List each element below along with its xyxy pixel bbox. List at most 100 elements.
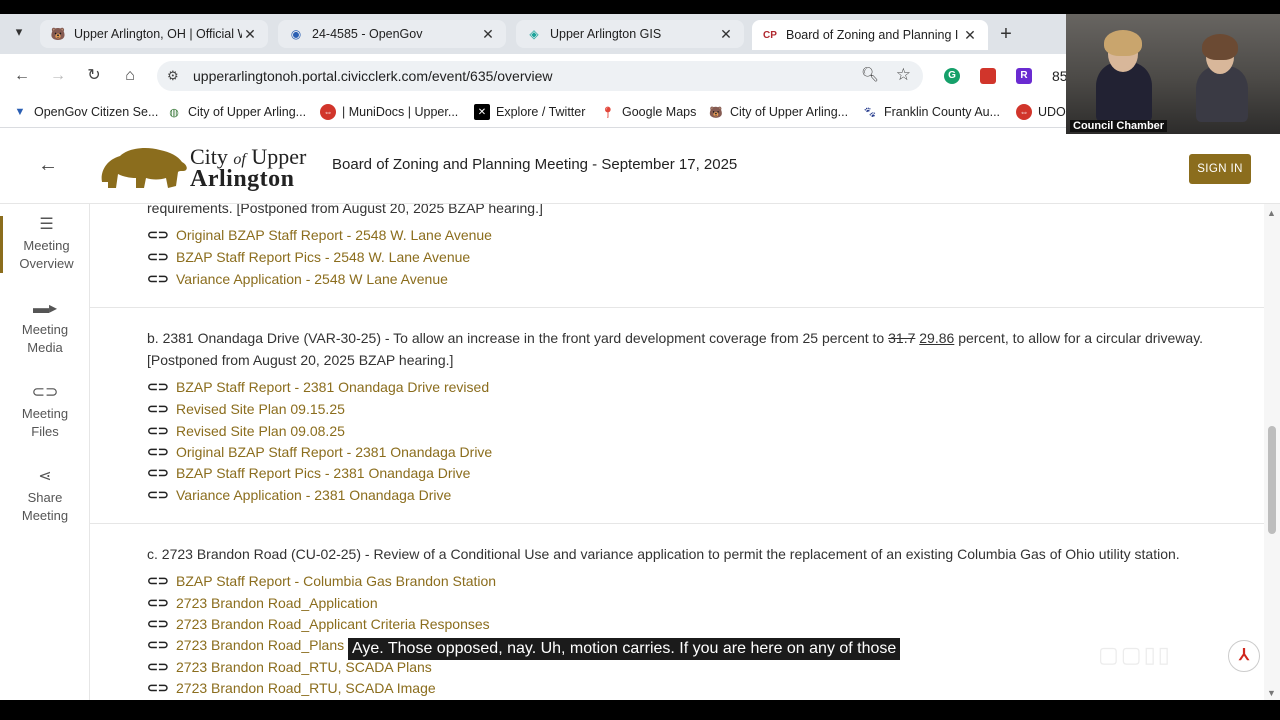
attachment-link[interactable]: ⊂⊃ Original BZAP Staff Report - 2548 W. L…: [147, 227, 492, 243]
paperclip-icon: ⊂⊃: [147, 465, 169, 480]
video-watermark-icon: ▢▢▯▯: [1098, 642, 1172, 667]
back-arrow-icon[interactable]: ←: [12, 66, 32, 86]
agenda-content: requirements. [Postponed from August 20,…: [90, 204, 1264, 700]
globe-icon: ◍: [169, 106, 179, 119]
tab-search-chevron-icon[interactable]: ▾: [8, 24, 30, 44]
zoom-magnifier-icon[interactable]: 🔍︎: [861, 66, 879, 83]
nav-meeting-files[interactable]: ⊂⊃ Meeting Files: [0, 384, 90, 441]
tab-label: Upper Arlington GIS: [550, 27, 662, 41]
attachment-link[interactable]: ⊂⊃ 2723 Brandon Road_Application: [147, 595, 378, 611]
home-icon[interactable]: ⌂: [120, 66, 140, 86]
map-pin-icon: 📍︎: [601, 106, 615, 119]
close-tab-icon[interactable]: ✕: [962, 27, 978, 44]
bookmark-label: City of Upper Arling...: [730, 105, 849, 119]
page-scrollbar[interactable]: ▲ ▼: [1264, 204, 1280, 700]
bear-logo-icon: [101, 148, 187, 188]
r-extension-icon[interactable]: R: [1016, 68, 1032, 84]
agenda-item-b-text: b. 2381 Onandaga Drive (VAR-30-25) - To …: [147, 330, 1204, 346]
attachment-link[interactable]: ⊂⊃ Variance Application - 2548 W Lane Ave…: [147, 271, 448, 287]
nav-meeting-media[interactable]: ▬▸ Meeting Media: [0, 300, 90, 357]
pdf-viewer-icon[interactable]: ⅄: [1228, 640, 1260, 672]
tab-gis[interactable]: ◈ Upper Arlington GIS ✕: [516, 20, 744, 48]
bookmark-franklin-county[interactable]: 🐾︎ Franklin County Au...: [862, 104, 1000, 120]
paperclip-icon: ⊂⊃: [147, 249, 169, 264]
attachment-link[interactable]: ⊂⊃ Revised Site Plan 09.08.25: [147, 423, 345, 439]
agenda-item-c: c. 2723 Brandon Road (CU-02-25) - Review…: [90, 524, 1264, 700]
paperclip-icon: ⊂⊃: [147, 616, 169, 631]
agenda-item-a: requirements. [Postponed from August 20,…: [90, 204, 1264, 308]
red-extension-icon[interactable]: [980, 68, 996, 84]
bookmark-udo[interactable]: ⇔ UDO: [1016, 104, 1066, 120]
opengov-icon: ◉: [290, 27, 302, 41]
address-bar[interactable]: ⚙ upperarlingtonoh.portal.civicclerk.com…: [157, 61, 923, 91]
tab-label: Upper Arlington, OH | Official W: [74, 27, 242, 41]
attachment-link[interactable]: ⊂⊃ 2723 Brandon Road_RTU, SCADA Plans: [147, 659, 432, 675]
attachment-link[interactable]: ⊂⊃ Original BZAP Staff Report - 2381 Onan…: [147, 444, 492, 460]
scroll-down-arrow-icon[interactable]: ▼: [1267, 688, 1276, 698]
attachment-link[interactable]: ⊂⊃ BZAP Staff Report - Columbia Gas Brand…: [147, 573, 496, 589]
video-person-right-hair: [1202, 34, 1238, 60]
video-camera-icon: ▬▸: [32, 300, 58, 317]
video-person-left-hair: [1104, 30, 1142, 56]
scroll-up-arrow-icon[interactable]: ▲: [1267, 208, 1276, 218]
bookmark-label: Explore / Twitter: [496, 105, 586, 119]
url-text[interactable]: upperarlingtonoh.portal.civicclerk.com/e…: [193, 68, 553, 84]
sign-in-button[interactable]: SIGN IN: [1189, 154, 1251, 184]
tab-label: 24-4585 - OpenGov: [312, 27, 423, 41]
grammarly-icon[interactable]: G: [944, 68, 960, 84]
tab-board-of-zoning[interactable]: CP Board of Zoning and Planning I ✕: [752, 20, 988, 50]
site-header: ← City of Upper Arlington Board of Zonin…: [0, 128, 1280, 204]
share-icon: ⋖: [38, 468, 52, 485]
bear-icon: 🐻: [50, 27, 66, 41]
paperclip-icon: ⊂⊃: [147, 227, 169, 242]
reload-icon[interactable]: ↻: [84, 66, 104, 86]
x-icon: ✕: [474, 104, 490, 120]
attachment-link[interactable]: ⊂⊃ 2723 Brandon Road_Plans: [147, 637, 344, 653]
agenda-item-b: b. 2381 Onandaga Drive (VAR-30-25) - To …: [90, 308, 1264, 524]
bear-icon: 🐻: [709, 106, 723, 119]
nav-meeting-overview[interactable]: ☰ Meeting Overview: [0, 216, 90, 273]
tab-label: Board of Zoning and Planning I: [786, 28, 959, 42]
paperclip-icon: ⊂⊃: [147, 680, 169, 695]
browser-window: ▾ 🐻 Upper Arlington, OH | Official W ✕ ◉…: [0, 14, 1280, 700]
paperclip-icon: ⊂⊃: [147, 401, 169, 416]
city-logo[interactable]: City of Upper Arlington: [98, 142, 310, 196]
bookmark-google-maps[interactable]: 📍︎ Google Maps: [600, 104, 696, 120]
page-title: Board of Zoning and Planning Meeting - S…: [332, 156, 738, 173]
site-info-icon[interactable]: ⚙: [167, 68, 179, 84]
gis-icon: ◈: [529, 27, 539, 41]
bookmark-city-upper-arlington-2[interactable]: 🐻 City of Upper Arling...: [708, 104, 848, 120]
bookmark-label: UDO: [1038, 105, 1066, 119]
new-tab-plus-icon[interactable]: +: [995, 24, 1017, 46]
close-tab-icon[interactable]: ✕: [718, 26, 734, 43]
tab-opengov[interactable]: ◉ 24-4585 - OpenGov ✕: [278, 20, 506, 48]
attachment-link[interactable]: ⊂⊃ Variance Application - 2381 Onandaga D…: [147, 487, 451, 503]
scrollbar-thumb[interactable]: [1268, 426, 1276, 534]
back-arrow-icon[interactable]: ←: [38, 154, 58, 177]
bookmark-munidocs[interactable]: ⇔ | MuniDocs | Upper...: [320, 104, 458, 120]
bookmark-star-icon[interactable]: ☆: [896, 65, 911, 85]
bookmark-city-upper-arlington-1[interactable]: ◍ City of Upper Arling...: [166, 104, 306, 120]
attachment-link[interactable]: ⊂⊃ Revised Site Plan 09.15.25: [147, 401, 345, 417]
attachment-link[interactable]: ⊂⊃ BZAP Staff Report - 2381 Onandaga Driv…: [147, 379, 489, 395]
video-feed-overlay: Council Chamber: [1066, 14, 1280, 134]
agenda-item-a-text: requirements. [Postponed from August 20,…: [147, 204, 543, 216]
nav-share-meeting[interactable]: ⋖ Share Meeting: [0, 468, 90, 525]
forward-arrow-icon[interactable]: →: [48, 66, 68, 86]
paperclip-icon: ⊂⊃: [147, 423, 169, 438]
tab-upper-arlington[interactable]: 🐻 Upper Arlington, OH | Official W ✕: [40, 20, 268, 48]
munidocs-icon: ⇔: [320, 104, 336, 120]
attachment-link[interactable]: ⊂⊃ 2723 Brandon Road_RTU, SCADA Image: [147, 680, 436, 696]
attachment-link[interactable]: ⊂⊃ 2723 Brandon Road_Applicant Criteria R…: [147, 616, 490, 632]
paperclip-icon: ⊂⊃: [147, 573, 169, 588]
attachment-link[interactable]: ⊂⊃ BZAP Staff Report Pics - 2548 W. Lane …: [147, 249, 470, 265]
bookmark-twitter[interactable]: ✕ Explore / Twitter: [474, 104, 585, 120]
video-location-label: Council Chamber: [1070, 120, 1168, 132]
close-tab-icon[interactable]: ✕: [480, 26, 496, 43]
bookmark-opengov[interactable]: ▼ OpenGov Citizen Se...: [12, 104, 159, 120]
agenda-item-c-text: c. 2723 Brandon Road (CU-02-25) - Review…: [147, 546, 1180, 562]
paperclip-icon: ⊂⊃: [147, 379, 169, 394]
close-tab-icon[interactable]: ✕: [242, 26, 258, 43]
attachment-link[interactable]: ⊂⊃ BZAP Staff Report Pics - 2381 Onandaga…: [147, 465, 470, 481]
bookmark-label: Franklin County Au...: [884, 105, 1001, 119]
